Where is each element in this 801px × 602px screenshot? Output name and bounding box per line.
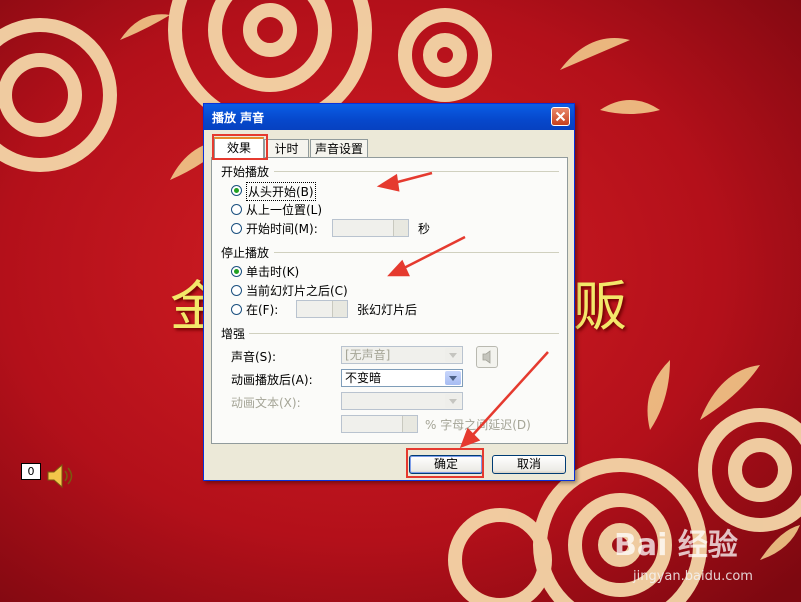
- tab-effect[interactable]: 效果: [214, 137, 264, 158]
- annotation-arrows: [376, 171, 549, 449]
